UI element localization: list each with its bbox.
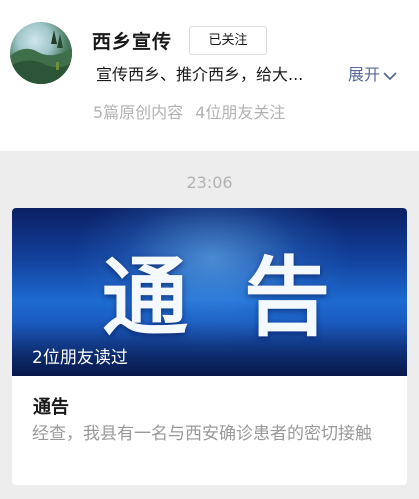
account-stats: 5篇原创内容 4位朋友关注 xyxy=(93,99,285,123)
account-description: 宣传西乡、推介西乡，给大... xyxy=(96,65,304,84)
friends-following-count[interactable]: 4位朋友关注 xyxy=(195,103,285,122)
message-timestamp: 23:06 xyxy=(186,173,233,192)
article-card[interactable]: 通告 2位朋友读过 通告 经查，我县有一名与西安确诊患者的密切接触 xyxy=(12,208,407,485)
cover-title-text: 通告 xyxy=(102,247,386,348)
expand-button[interactable]: 展开 xyxy=(348,61,397,85)
follow-status-button[interactable]: 已关注 xyxy=(189,26,267,55)
expand-label: 展开 xyxy=(348,65,381,84)
original-content-count[interactable]: 5篇原创内容 xyxy=(93,103,183,122)
account-name[interactable]: 西乡宣传 xyxy=(92,27,172,54)
account-avatar[interactable] xyxy=(10,22,72,84)
article-cover-image[interactable]: 通告 2位朋友读过 xyxy=(12,208,407,376)
chevron-down-icon xyxy=(383,66,397,85)
article-digest: 经查，我县有一名与西安确诊患者的密切接触 xyxy=(32,424,372,444)
friends-read-count: 2位朋友读过 xyxy=(32,348,128,368)
account-header: 西乡宣传 已关注 宣传西乡、推介西乡，给大... 展开 5篇原创内容 4位朋友关注 xyxy=(0,0,419,151)
article-title[interactable]: 通告 xyxy=(33,393,69,419)
